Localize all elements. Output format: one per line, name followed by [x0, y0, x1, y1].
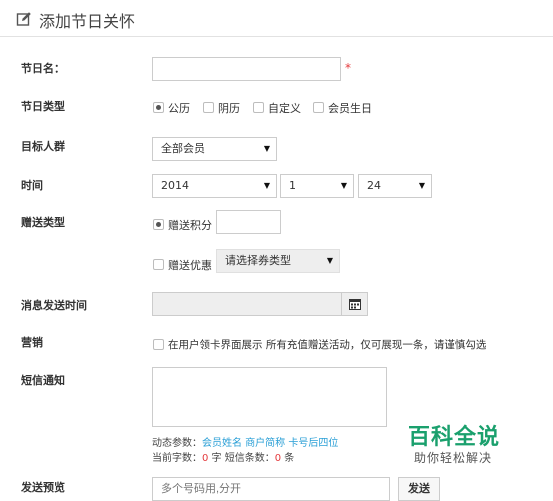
month-value: 1 [289, 179, 296, 192]
dropdown-arrow-icon: ▼ [418, 181, 425, 190]
gift-type-label: 赠送类型 [21, 216, 65, 229]
dropdown-arrow-icon: ▼ [340, 181, 347, 190]
preview-label: 发送预览 [21, 481, 65, 494]
dropdown-arrow-icon: ▼ [263, 144, 270, 153]
target-audience-select[interactable]: 全部会员 ▼ [152, 137, 277, 161]
watermark-title: 百科全说 [408, 425, 501, 450]
param-merchant-short[interactable]: 商户简称 [245, 438, 285, 449]
target-audience-label: 目标人群 [21, 140, 65, 153]
dropdown-arrow-icon: ▼ [326, 256, 333, 265]
radio-gift-points[interactable] [153, 219, 164, 230]
target-audience-value: 全部会员 [161, 142, 205, 155]
radio-custom[interactable] [253, 102, 264, 113]
page-title: 添加节日关怀 [39, 12, 136, 31]
param-card-last4[interactable]: 卡号后四位 [288, 438, 338, 449]
gift-coupon-checkbox[interactable] [153, 259, 164, 270]
year-select[interactable]: 2014 ▼ [152, 174, 277, 198]
count-prefix: 当前字数： [152, 453, 202, 464]
radio-member-birthday[interactable] [313, 102, 324, 113]
gift-points-input[interactable] [216, 210, 281, 234]
sms-char-count: 当前字数：0 字 短信条数：0 条 [152, 449, 294, 464]
option-lunar-label: 阴历 [218, 102, 240, 115]
watermark-subtitle: 助你轻松解决 [414, 451, 493, 465]
sms-label: 短信通知 [21, 374, 65, 387]
month-select[interactable]: 1 ▼ [280, 174, 354, 198]
calendar-icon [349, 299, 361, 310]
time-label: 时间 [21, 179, 43, 192]
festival-type-label: 节日类型 [21, 100, 65, 113]
day-select[interactable]: 24 ▼ [358, 174, 432, 198]
dropdown-arrow-icon: ▼ [263, 181, 270, 190]
sms-unit: 条 [281, 453, 295, 464]
preview-phone-input[interactable] [152, 477, 390, 501]
send-time-input[interactable] [152, 292, 342, 316]
coupon-type-value: 请选择券类型 [225, 254, 291, 267]
radio-lunar[interactable] [203, 102, 214, 113]
radio-gregorian[interactable] [153, 102, 164, 113]
gift-points-label: 赠送积分 [168, 219, 212, 232]
marketing-text: 在用户领卡界面展示 所有充值赠送活动，仅可展现一条，请谨慎勾选 [168, 339, 487, 351]
gift-coupon-label: 赠送优惠 [168, 259, 212, 272]
festival-name-input[interactable] [152, 57, 341, 81]
count-unit: 字 短信条数： [208, 453, 275, 464]
day-value: 24 [367, 179, 381, 192]
send-button[interactable]: 发送 [398, 477, 440, 501]
send-time-label: 消息发送时间 [21, 299, 87, 312]
festival-name-label: 节日名： [21, 62, 65, 75]
option-gregorian-label: 公历 [168, 102, 190, 115]
coupon-type-select[interactable]: 请选择券类型 ▼ [216, 249, 340, 273]
param-member-name[interactable]: 会员姓名 [202, 438, 242, 449]
required-mark: * [345, 61, 351, 75]
page-header: 添加节日关怀 [0, 0, 553, 37]
calendar-button[interactable] [341, 292, 368, 316]
option-custom-label: 自定义 [268, 102, 301, 115]
option-member-birthday-label: 会员生日 [328, 102, 372, 115]
edit-icon [16, 12, 31, 26]
marketing-label: 营销 [21, 336, 43, 349]
sms-textarea[interactable] [152, 367, 387, 427]
year-value: 2014 [161, 179, 189, 192]
sms-dynamic-params: 动态参数：会员姓名 商户简称 卡号后四位 [152, 434, 338, 449]
params-prefix: 动态参数： [152, 438, 202, 449]
marketing-checkbox[interactable] [153, 339, 164, 350]
